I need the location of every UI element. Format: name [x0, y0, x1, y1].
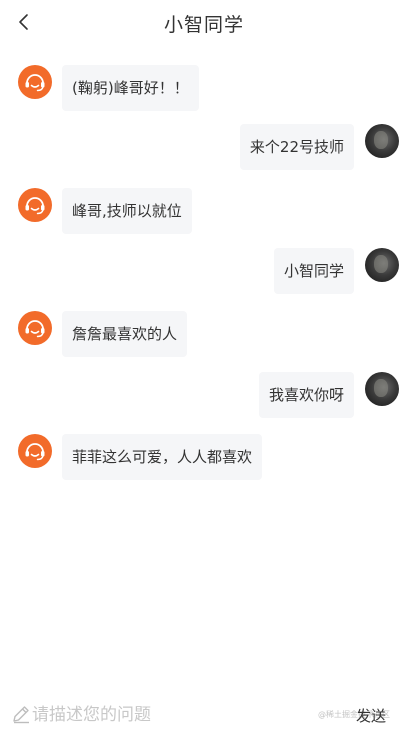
message-bubble: 菲菲这么可爱，人人都喜欢	[62, 434, 263, 480]
page-title: 小智同学	[163, 13, 244, 36]
user-avatar	[365, 372, 399, 406]
headset-icon	[25, 197, 45, 215]
message-bubble: 小智同学	[273, 248, 354, 294]
bot-avatar	[18, 188, 52, 222]
bot-avatar	[18, 311, 52, 345]
send-button[interactable]: 发送	[356, 705, 386, 726]
message-row: 菲菲这么可爱，人人都喜欢	[0, 415, 408, 480]
chevron-left-icon	[19, 14, 28, 30]
headset-icon	[25, 443, 45, 461]
message-row: 詹詹最喜欢的人	[0, 292, 408, 357]
chat-header: 小智同学	[0, 0, 408, 46]
message-row: (鞠躬)峰哥好！！	[0, 46, 408, 111]
bot-avatar	[18, 65, 52, 99]
pencil-icon	[13, 706, 29, 724]
message-row: 来个22号技师	[0, 107, 408, 170]
back-button[interactable]	[12, 10, 36, 34]
message-bubble: 詹詹最喜欢的人	[62, 311, 188, 357]
message-row: 我喜欢你呀	[0, 355, 408, 418]
message-list[interactable]: (鞠躬)峰哥好！！ 来个22号技师 峰哥,技师以就位 小智同学 詹詹最喜欢的人 …	[0, 46, 408, 686]
message-row: 峰哥,技师以就位	[0, 169, 408, 234]
user-avatar	[365, 124, 399, 158]
message-bubble: (鞠躬)峰哥好！！	[62, 65, 199, 111]
message-row: 小智同学	[0, 231, 408, 294]
message-bubble: 我喜欢你呀	[258, 372, 354, 418]
message-bubble: 来个22号技师	[239, 124, 354, 170]
composer: @稀土掘金技术社区 发送	[0, 698, 408, 731]
message-input[interactable]	[32, 702, 332, 728]
message-bubble: 峰哥,技师以就位	[62, 188, 192, 234]
headset-icon	[25, 74, 45, 92]
headset-icon	[25, 320, 45, 338]
user-avatar	[365, 248, 399, 282]
bot-avatar	[18, 434, 52, 468]
